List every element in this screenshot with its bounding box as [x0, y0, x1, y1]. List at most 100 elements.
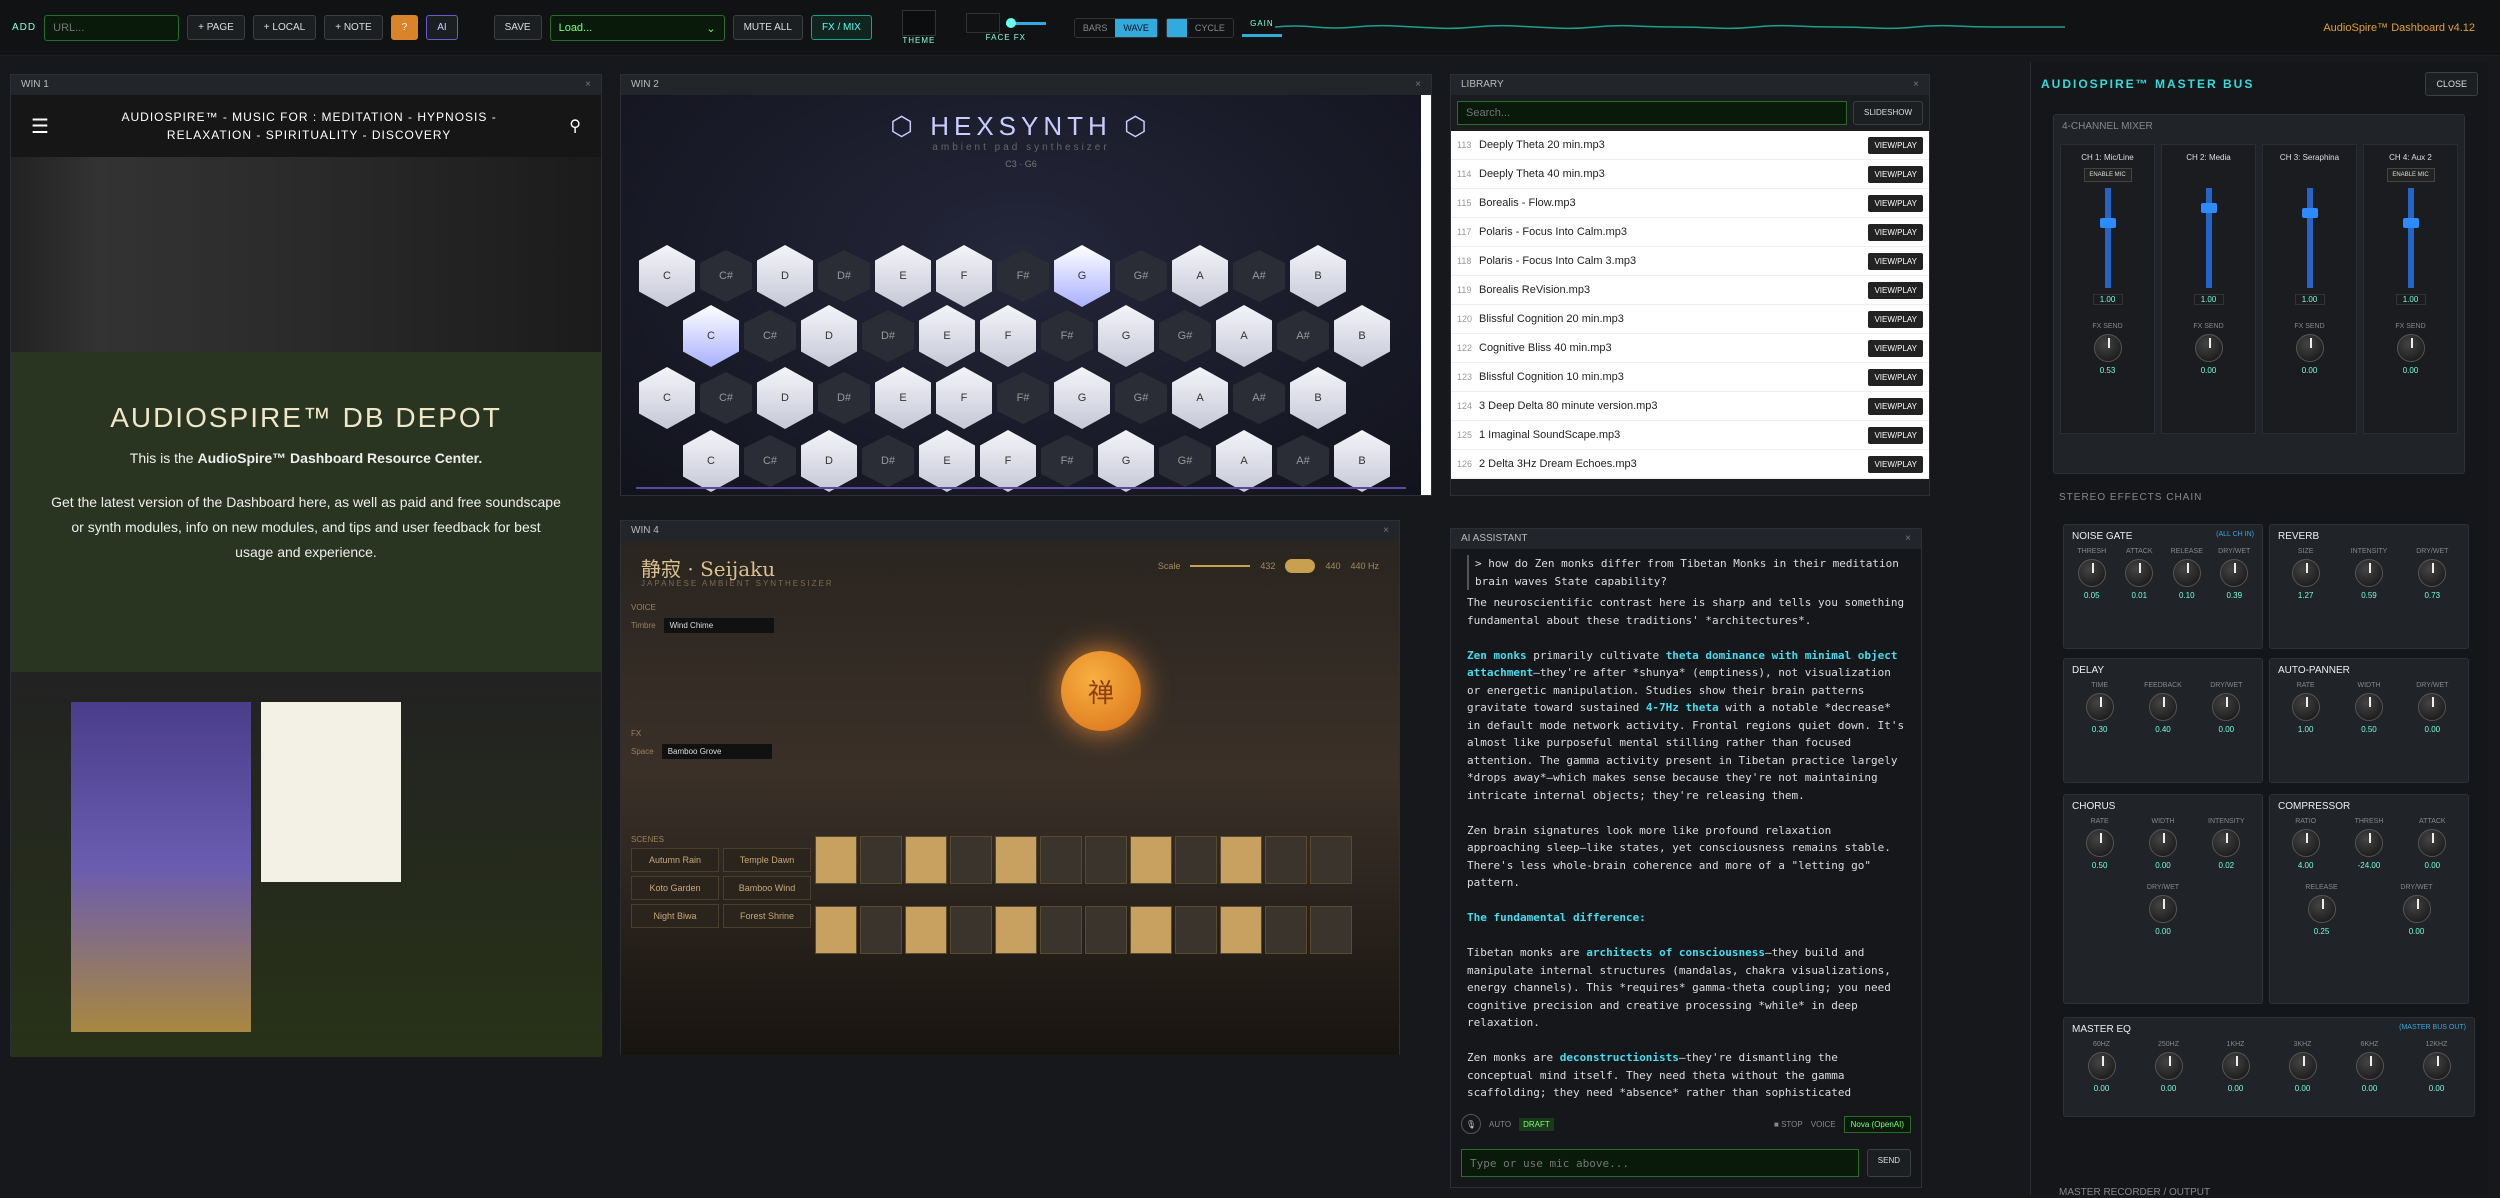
hex-key[interactable]: G# [1159, 310, 1211, 362]
hex-key[interactable]: G [1054, 245, 1110, 307]
koto-key[interactable] [995, 836, 1037, 884]
view-play-button[interactable]: VIEW/PLAY [1868, 369, 1923, 386]
hex-key[interactable]: F [936, 367, 992, 429]
koto-key[interactable] [950, 836, 992, 884]
eq-knob[interactable] [2356, 1052, 2384, 1080]
koto-key[interactable] [815, 836, 857, 884]
window-2-header[interactable]: WIN 2× [621, 75, 1431, 95]
mute-all-button[interactable]: MUTE ALL [733, 15, 803, 40]
hex-key[interactable]: D# [818, 372, 870, 424]
hex-key[interactable]: C# [744, 310, 796, 362]
face-fx-control[interactable]: FACE FX [966, 13, 1046, 42]
window-1[interactable]: WIN 1× ☰ AUDIOSPIRE™ - MUSIC FOR : MEDIT… [10, 74, 602, 1056]
close-icon[interactable]: × [585, 79, 591, 91]
volume-fader[interactable] [2408, 188, 2414, 288]
koto-key[interactable] [995, 906, 1037, 954]
koto-key[interactable] [860, 906, 902, 954]
eq-knob[interactable] [2289, 1052, 2317, 1080]
koto-key[interactable] [905, 836, 947, 884]
fx-knob[interactable] [2355, 693, 2383, 721]
koto-key[interactable] [1220, 906, 1262, 954]
view-play-button[interactable]: VIEW/PLAY [1868, 224, 1923, 241]
fx-knob[interactable] [2078, 559, 2106, 587]
koto-key[interactable] [1085, 836, 1127, 884]
add-page-button[interactable]: + PAGE [187, 15, 245, 40]
library-window[interactable]: LIBRARY× SLIDESHOW 113Deeply Theta 20 mi… [1450, 74, 1930, 496]
hex-key[interactable]: D# [862, 435, 914, 487]
scene-button[interactable]: Forest Shrine [723, 904, 811, 928]
koto-key[interactable] [1220, 836, 1262, 884]
hex-key[interactable]: D# [862, 310, 914, 362]
send-button[interactable]: SEND [1867, 1149, 1911, 1177]
hex-key[interactable]: G# [1115, 250, 1167, 302]
save-button[interactable]: SAVE [494, 15, 542, 40]
hex-key[interactable]: F# [997, 250, 1049, 302]
hex-key[interactable]: F# [1041, 435, 1093, 487]
koto-key[interactable] [1085, 906, 1127, 954]
hex-key[interactable]: A [1172, 245, 1228, 307]
hex-key[interactable]: F# [997, 372, 1049, 424]
hex-key[interactable]: F [936, 245, 992, 307]
hex-key[interactable]: C# [700, 250, 752, 302]
eq-knob[interactable] [2423, 1052, 2451, 1080]
view-play-button[interactable]: VIEW/PLAY [1868, 340, 1923, 357]
hex-key[interactable]: G [1098, 305, 1154, 367]
fx-send-knob[interactable] [2195, 334, 2223, 362]
fx-send-knob[interactable] [2397, 334, 2425, 362]
hex-key[interactable]: A [1216, 430, 1272, 492]
timbre-select[interactable]: Wind Chime [664, 618, 774, 633]
koto-key[interactable] [815, 906, 857, 954]
view-play-button[interactable]: VIEW/PLAY [1868, 427, 1923, 444]
tuning-toggle[interactable] [1285, 559, 1315, 573]
fx-knob[interactable] [2212, 829, 2240, 857]
add-local-button[interactable]: + LOCAL [253, 15, 316, 40]
hex-key[interactable]: E [919, 305, 975, 367]
fx-knob[interactable] [2292, 693, 2320, 721]
close-icon[interactable]: × [1383, 525, 1389, 537]
eq-knob[interactable] [2088, 1052, 2116, 1080]
koto-key[interactable] [1175, 906, 1217, 954]
hex-key[interactable]: D [757, 367, 813, 429]
hex-key[interactable]: C [639, 367, 695, 429]
koto-key[interactable] [860, 836, 902, 884]
enable-mic-button[interactable]: ENABLE MIC [2387, 168, 2435, 182]
fx-knob[interactable] [2125, 559, 2153, 587]
window-2[interactable]: WIN 2× ⬡ HEXSYNTH ⬡ ambient pad synthesi… [620, 74, 1432, 496]
fx-knob[interactable] [2355, 829, 2383, 857]
hex-key[interactable]: A# [1233, 250, 1285, 302]
fx-knob[interactable] [2403, 895, 2431, 923]
fx-knob[interactable] [2086, 693, 2114, 721]
window-4[interactable]: WIN 4× 静寂 · Seijaku JAPANESE AMBIENT SYN… [620, 520, 1400, 1055]
enable-mic-button[interactable]: ENABLE MIC [2084, 168, 2132, 182]
hex-key[interactable]: B [1290, 245, 1346, 307]
view-play-button[interactable]: VIEW/PLAY [1868, 253, 1923, 270]
hex-key[interactable]: C [683, 305, 739, 367]
theme-control[interactable]: THEME [902, 10, 936, 45]
koto-key[interactable] [1175, 836, 1217, 884]
fx-knob[interactable] [2173, 559, 2201, 587]
eq-knob[interactable] [2222, 1052, 2250, 1080]
ai-header[interactable]: AI ASSISTANT× [1451, 529, 1921, 549]
koto-key[interactable] [1040, 836, 1082, 884]
hex-key[interactable]: G [1054, 367, 1110, 429]
hex-key[interactable]: F [980, 430, 1036, 492]
voice-select[interactable]: Nova (OpenAI) [1844, 1116, 1911, 1133]
hex-key[interactable]: E [919, 430, 975, 492]
bars-option[interactable]: BARS [1075, 19, 1116, 37]
window-4-header[interactable]: WIN 4× [621, 521, 1399, 541]
view-play-button[interactable]: VIEW/PLAY [1868, 456, 1923, 473]
koto-key[interactable] [1310, 836, 1352, 884]
mic-icon[interactable]: 🎙 [1461, 1114, 1481, 1134]
hex-key[interactable]: B [1290, 367, 1346, 429]
hex-key[interactable]: A# [1233, 372, 1285, 424]
scene-button[interactable]: Temple Dawn [723, 848, 811, 872]
fx-knob[interactable] [2418, 829, 2446, 857]
view-play-button[interactable]: VIEW/PLAY [1868, 137, 1923, 154]
hex-key[interactable]: D [801, 305, 857, 367]
koto-key[interactable] [905, 906, 947, 954]
visualizer-mode[interactable]: BARSWAVE [1074, 18, 1158, 38]
auto-toggle[interactable]: AUTO [1489, 1120, 1511, 1129]
scale-slider[interactable] [1190, 565, 1250, 567]
fx-knob[interactable] [2308, 895, 2336, 923]
hex-key[interactable]: E [875, 367, 931, 429]
